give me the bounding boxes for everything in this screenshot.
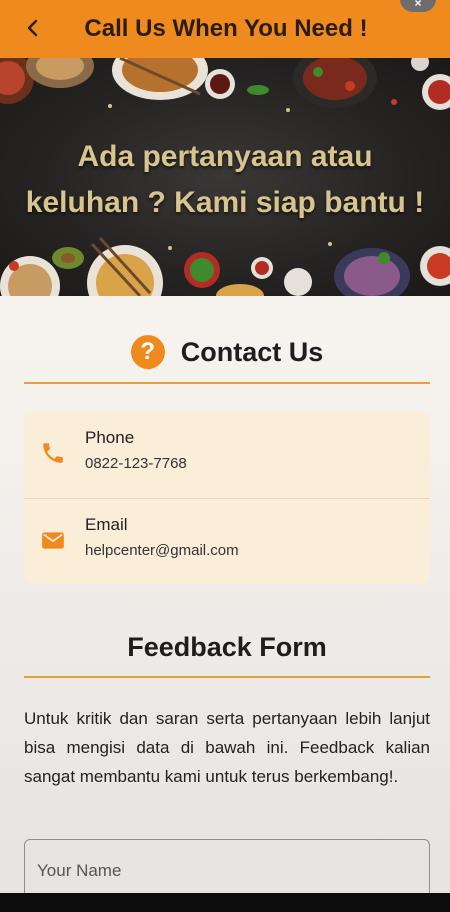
phone-value: 0822-123-7768 [85,455,187,472]
feedback-title: Feedback Form [127,631,327,662]
phone-icon [43,443,63,463]
app-bar-title: Call Us When You Need ! [84,15,368,42]
phone-label: Phone [85,428,135,447]
contact-divider [24,382,430,384]
email-label: Email [85,515,128,534]
email-value: helpcenter@gmail.com [85,542,239,559]
contact-title: Contact Us [180,336,324,367]
help-question-icon: ? [130,335,165,369]
feedback-divider [24,676,430,678]
close-icon: × [414,0,422,10]
name-input[interactable] [24,839,430,893]
hero-headline: Ada pertanyaan atau keluhan ? Kami siap … [0,134,450,226]
contact-card: Phone 0822-123-7768 Email helpcenter@gma… [24,412,430,584]
contact-header: ? Contact Us [24,330,430,374]
email-row[interactable]: Email helpcenter@gmail.com [24,498,430,584]
back-button[interactable] [18,13,48,43]
contact-screen: Call Us When You Need ! × Ada pertanyaan… [0,0,450,893]
hero-banner: Ada pertanyaan atau keluhan ? Kami siap … [0,58,450,296]
app-bar: Call Us When You Need ! × [0,0,450,58]
hero-line-2: keluhan ? Kami siap bantu ! [25,186,425,219]
hero-line-1: Ada pertanyaan atau [77,140,373,173]
feedback-header: Feedback Form [24,626,430,668]
feedback-description: Untuk kritik dan saran serta pertanyaan … [24,709,430,786]
bottom-bar [0,893,450,912]
phone-row[interactable]: Phone 0822-123-7768 [24,412,430,498]
arrow-back-icon [27,19,38,37]
mail-icon [42,532,64,549]
